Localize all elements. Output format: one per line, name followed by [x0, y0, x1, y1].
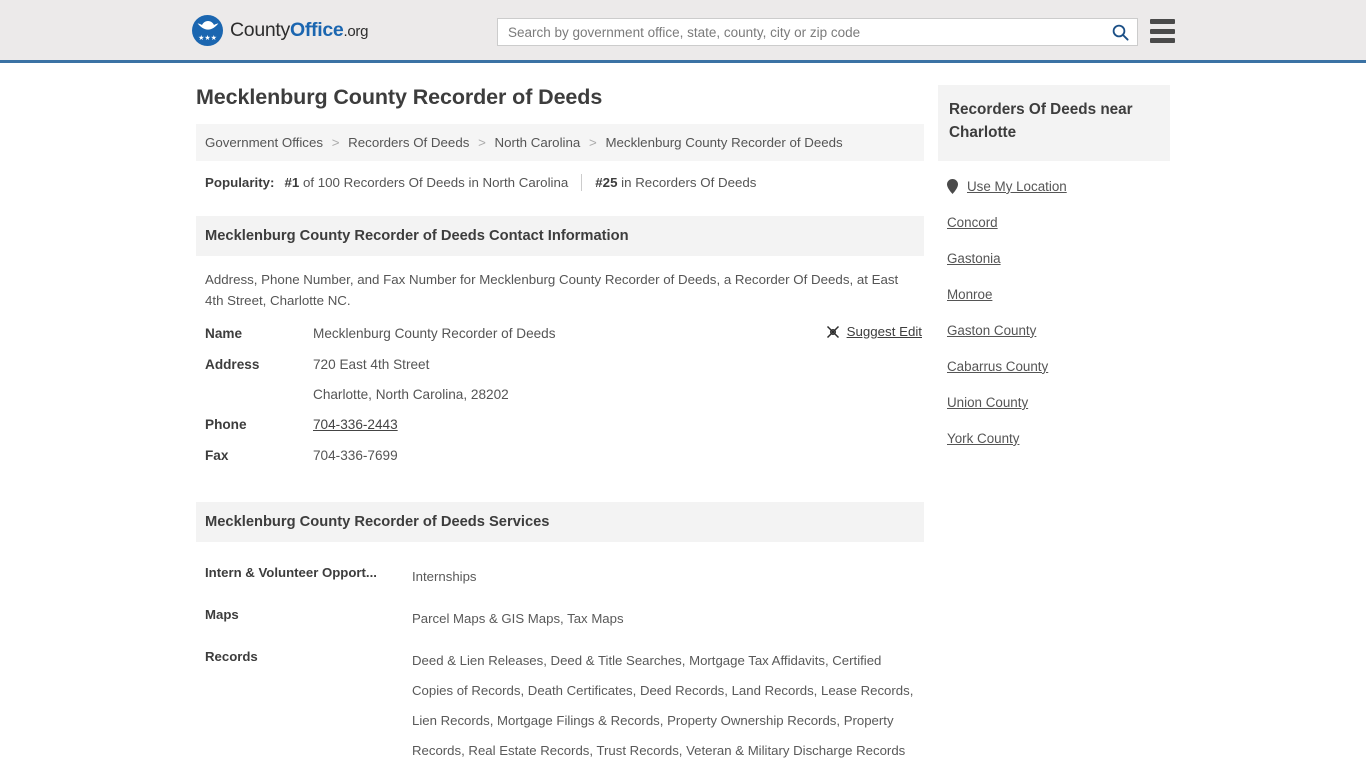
services-table: Intern & Volunteer Opport... Internships… — [196, 556, 924, 768]
sidebar-item-york-county[interactable]: York County — [947, 431, 1170, 446]
hamburger-bar-1 — [1150, 19, 1175, 24]
contact-info-table: Name Mecklenburg County Recorder of Deed… — [196, 319, 924, 471]
contact-value-address-city: Charlotte, North Carolina, 28202 — [313, 384, 509, 406]
service-value-maps: Parcel Maps & GIS Maps, Tax Maps — [412, 604, 624, 634]
site-header: ★★★ CountyOffice.org — [0, 0, 1366, 63]
contact-label-name: Name — [205, 323, 313, 345]
contact-value-phone: 704-336-2443 — [313, 414, 398, 436]
breadcrumb-item-recorders-of-deeds[interactable]: Recorders Of Deeds — [348, 135, 469, 150]
hamburger-bar-3 — [1150, 38, 1175, 43]
popularity-rank-national: #25 — [595, 175, 617, 190]
sidebar-item-cabarrus-county[interactable]: Cabarrus County — [947, 359, 1170, 374]
breadcrumb-separator: > — [332, 135, 340, 150]
search-bar[interactable] — [497, 18, 1138, 46]
suggest-edit-label: Suggest Edit — [847, 324, 922, 339]
popularity-text-national: in Recorders Of Deeds — [617, 175, 756, 190]
popularity-stat-state: #1 of 100 Recorders Of Deeds in North Ca… — [284, 175, 568, 190]
search-icon — [1112, 24, 1129, 41]
sidebar-item-gaston-county[interactable]: Gaston County — [947, 323, 1170, 338]
contact-section-heading: Mecklenburg County Recorder of Deeds Con… — [196, 216, 924, 256]
sidebar-item-union-county[interactable]: Union County — [947, 395, 1170, 410]
sidebar-item-use-my-location[interactable]: Use My Location — [947, 179, 1170, 194]
table-row: Name Mecklenburg County Recorder of Deed… — [196, 319, 924, 349]
main-content: Mecklenburg County Recorder of Deeds Gov… — [196, 85, 924, 768]
breadcrumb-item-north-carolina[interactable]: North Carolina — [495, 135, 581, 150]
phone-link[interactable]: 704-336-2443 — [313, 417, 398, 432]
eagle-badge-icon: ★★★ — [192, 15, 223, 46]
contact-value-address-street: 720 East 4th Street — [313, 354, 429, 376]
breadcrumb-item-government-offices[interactable]: Government Offices — [205, 135, 323, 150]
logo-text-office: Office — [290, 19, 343, 41]
hamburger-bar-2 — [1150, 29, 1175, 34]
page-title: Mecklenburg County Recorder of Deeds — [196, 85, 924, 110]
popularity-text-state: of 100 Recorders Of Deeds in North Carol… — [299, 175, 568, 190]
sidebar-link-label: Gastonia — [947, 251, 1001, 266]
contact-value-name: Mecklenburg County Recorder of Deeds — [313, 323, 556, 345]
sidebar: Recorders Of Deeds near Charlotte Use My… — [938, 85, 1170, 467]
sidebar-heading: Recorders Of Deeds near Charlotte — [949, 99, 1159, 145]
service-label-maps: Maps — [205, 604, 412, 625]
service-label-intern-volunteer: Intern & Volunteer Opport... — [205, 562, 412, 583]
contact-label-address: Address — [205, 354, 313, 376]
breadcrumb-separator: > — [589, 135, 597, 150]
breadcrumb-item-current: Mecklenburg County Recorder of Deeds — [605, 135, 842, 150]
table-row: Intern & Volunteer Opport... Internships — [196, 556, 924, 598]
contact-description: Address, Phone Number, and Fax Number fo… — [196, 256, 924, 319]
service-value-records: Deed & Lien Releases, Deed & Title Searc… — [412, 646, 915, 766]
sidebar-link-label: Concord — [947, 215, 998, 230]
logo-text-org: .org — [343, 23, 368, 40]
sidebar-item-monroe[interactable]: Monroe — [947, 287, 1170, 302]
popularity-stat-national: #25 in Recorders Of Deeds — [595, 175, 756, 190]
hamburger-menu-button[interactable] — [1150, 19, 1175, 43]
sidebar-link-label: Union County — [947, 395, 1028, 410]
sidebar-link-label: Gaston County — [947, 323, 1036, 338]
map-pin-icon — [947, 179, 958, 194]
contact-label-phone: Phone — [205, 414, 313, 436]
sidebar-link-label: Monroe — [947, 287, 992, 302]
sidebar-item-gastonia[interactable]: Gastonia — [947, 251, 1170, 266]
breadcrumb: Government Offices > Recorders Of Deeds … — [196, 124, 924, 161]
services-section-heading: Mecklenburg County Recorder of Deeds Ser… — [196, 502, 924, 542]
table-row: Maps Parcel Maps & GIS Maps, Tax Maps — [196, 598, 924, 640]
edit-pencil-icon — [826, 325, 840, 339]
sidebar-item-concord[interactable]: Concord — [947, 215, 1170, 230]
contact-value-fax: 704-336-7699 — [313, 445, 398, 467]
contact-label-fax: Fax — [205, 445, 313, 467]
logo-stars: ★★★ — [198, 35, 217, 42]
sidebar-links: Use My Location Concord Gastonia Monroe … — [938, 161, 1170, 446]
breadcrumb-separator: > — [478, 135, 486, 150]
service-value-intern-volunteer: Internships — [412, 562, 477, 592]
sidebar-card: Recorders Of Deeds near Charlotte — [938, 85, 1170, 161]
table-row: Fax 704-336-7699 — [196, 441, 924, 471]
logo-wordmark: CountyOffice.org — [230, 19, 368, 42]
popularity-rank-state: #1 — [284, 175, 299, 190]
table-row: Phone 704-336-2443 — [196, 410, 924, 440]
suggest-edit-button[interactable]: Suggest Edit — [826, 324, 922, 339]
sidebar-link-label: York County — [947, 431, 1019, 446]
table-row: Records Deed & Lien Releases, Deed & Tit… — [196, 640, 924, 768]
search-button[interactable] — [1103, 19, 1137, 45]
table-row: Address 720 East 4th Street — [196, 350, 924, 380]
popularity-row: Popularity: #1 of 100 Recorders Of Deeds… — [196, 161, 924, 205]
service-label-records: Records — [205, 646, 412, 667]
site-logo[interactable]: ★★★ CountyOffice.org — [192, 15, 368, 46]
popularity-label: Popularity: — [205, 175, 274, 190]
search-input[interactable] — [498, 19, 1103, 45]
sidebar-link-label: Use My Location — [967, 179, 1067, 194]
logo-text-county: County — [230, 19, 290, 41]
popularity-divider — [581, 174, 582, 191]
sidebar-link-label: Cabarrus County — [947, 359, 1048, 374]
table-row: Charlotte, North Carolina, 28202 — [196, 380, 924, 410]
